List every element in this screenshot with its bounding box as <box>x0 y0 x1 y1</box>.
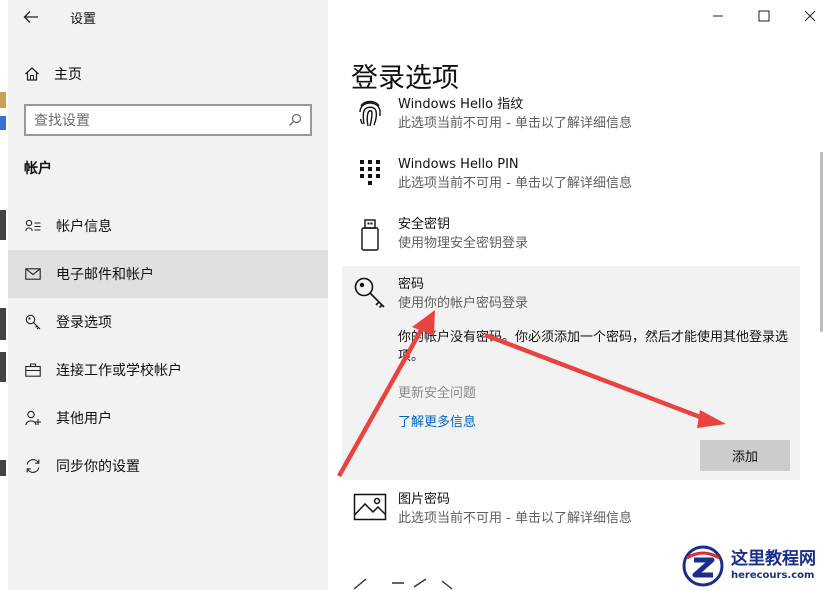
sidebar-item-home[interactable]: 主页 <box>8 58 328 90</box>
key-icon <box>24 313 42 331</box>
edge-fragment <box>0 460 6 476</box>
learn-more-link[interactable]: 了解更多信息 <box>398 411 476 430</box>
window-title: 设置 <box>70 11 97 27</box>
title-bar: 设置 <box>8 0 328 34</box>
add-password-button[interactable]: 添加 <box>700 440 790 471</box>
update-security-questions-link[interactable]: 更新安全问题 <box>398 382 476 401</box>
back-arrow-icon <box>23 11 38 23</box>
fingerprint-icon <box>359 100 381 127</box>
background-window-edge <box>0 0 8 590</box>
section-heading: 帐户 <box>24 161 52 177</box>
edge-fragment <box>0 92 6 108</box>
sidebar-item-label: 电子邮件和帐户 <box>56 267 154 283</box>
sidebar-item-label: 主页 <box>54 67 82 83</box>
sidebar: 设置 主页 查找设置 帐户 帐户信息 电子邮件和帐户 登录选项 连接工作或学校帐… <box>0 0 328 590</box>
sidebar-item-work-school[interactable]: 连接工作或学校帐户 <box>8 346 328 394</box>
sidebar-item-label: 登录选项 <box>56 315 112 331</box>
option-subtitle: 此选项当前不可用 - 单击以了解详细信息 <box>398 511 632 526</box>
briefcase-icon <box>24 361 42 379</box>
page-title: 登录选项 <box>351 63 459 94</box>
watermark-title: 这里教程网 <box>731 549 816 569</box>
edge-fragment <box>0 308 6 340</box>
sidebar-item-sync-settings[interactable]: 同步你的设置 <box>8 442 328 490</box>
option-picture-password[interactable]: 图片密码 此选项当前不可用 - 单击以了解详细信息 <box>342 491 800 529</box>
sidebar-item-label: 连接工作或学校帐户 <box>56 363 182 379</box>
option-title: 安全密钥 <box>398 217 451 232</box>
mail-icon <box>24 265 42 283</box>
password-description: 你的帐户没有密码。你必须添加一个密码，然后才能使用其他登录选项。 <box>398 330 789 364</box>
maximize-icon <box>758 10 770 22</box>
maximize-button[interactable] <box>741 0 787 32</box>
option-title: Windows Hello PIN <box>398 157 519 172</box>
window-controls <box>695 0 833 32</box>
usb-key-icon <box>361 219 379 251</box>
watermark-logo-icon <box>682 545 724 587</box>
back-button[interactable] <box>8 0 54 34</box>
option-title: 密码 <box>398 277 425 292</box>
search-icon <box>289 113 302 126</box>
add-user-icon <box>24 409 42 427</box>
picture-icon <box>353 493 387 521</box>
edge-fragment <box>0 116 6 130</box>
sidebar-item-sign-in-options[interactable]: 登录选项 <box>8 298 328 346</box>
sidebar-item-email-accounts[interactable]: 电子邮件和帐户 <box>8 250 328 298</box>
search-placeholder: 查找设置 <box>34 113 90 129</box>
main-content: 登录选项 Windows Hello 指纹 此选项当前不可用 - 单击以了解详细… <box>328 0 833 590</box>
option-subtitle: 使用你的帐户密码登录 <box>398 296 529 311</box>
minimize-button[interactable] <box>695 0 741 32</box>
minimize-icon <box>713 15 723 17</box>
option-pin[interactable]: Windows Hello PIN 此选项当前不可用 - 单击以了解详细信息 <box>342 156 800 194</box>
cut-off-row <box>352 576 462 590</box>
option-password[interactable]: 密码 使用你的帐户密码登录 <box>342 276 528 314</box>
key-icon <box>354 277 385 309</box>
option-title: Windows Hello 指纹 <box>398 97 524 112</box>
home-icon <box>25 67 39 81</box>
option-fingerprint[interactable]: Windows Hello 指纹 此选项当前不可用 - 单击以了解详细信息 <box>342 96 800 134</box>
pin-keypad-icon <box>360 160 380 185</box>
sidebar-item-label: 其他用户 <box>56 411 112 427</box>
option-subtitle: 使用物理安全密钥登录 <box>398 236 529 251</box>
close-button[interactable] <box>787 0 833 32</box>
option-subtitle: 此选项当前不可用 - 单击以了解详细信息 <box>398 116 632 131</box>
option-title: 图片密码 <box>398 492 451 507</box>
edge-fragment <box>0 352 6 382</box>
search-input[interactable]: 查找设置 <box>24 104 312 136</box>
account-info-icon <box>24 217 42 235</box>
sidebar-item-label: 同步你的设置 <box>56 459 140 475</box>
watermark-url: herecours.com <box>731 570 815 581</box>
option-subtitle: 此选项当前不可用 - 单击以了解详细信息 <box>398 176 632 191</box>
edge-fragment <box>0 210 6 240</box>
password-panel: 密码 使用你的帐户密码登录 你的帐户没有密码。你必须添加一个密码，然后才能使用其… <box>342 266 800 480</box>
scrollbar-thumb[interactable] <box>820 152 823 332</box>
sidebar-item-other-users[interactable]: 其他用户 <box>8 394 328 442</box>
sync-icon <box>24 457 42 475</box>
sidebar-nav: 帐户信息 电子邮件和帐户 登录选项 连接工作或学校帐户 其他用户 同步你的设置 <box>8 202 328 490</box>
close-icon <box>804 10 816 22</box>
sidebar-item-label: 帐户信息 <box>56 219 112 235</box>
sidebar-item-account-info[interactable]: 帐户信息 <box>8 202 328 250</box>
option-security-key[interactable]: 安全密钥 使用物理安全密钥登录 <box>342 216 800 254</box>
watermark: 这里教程网 herecours.com <box>681 544 829 588</box>
